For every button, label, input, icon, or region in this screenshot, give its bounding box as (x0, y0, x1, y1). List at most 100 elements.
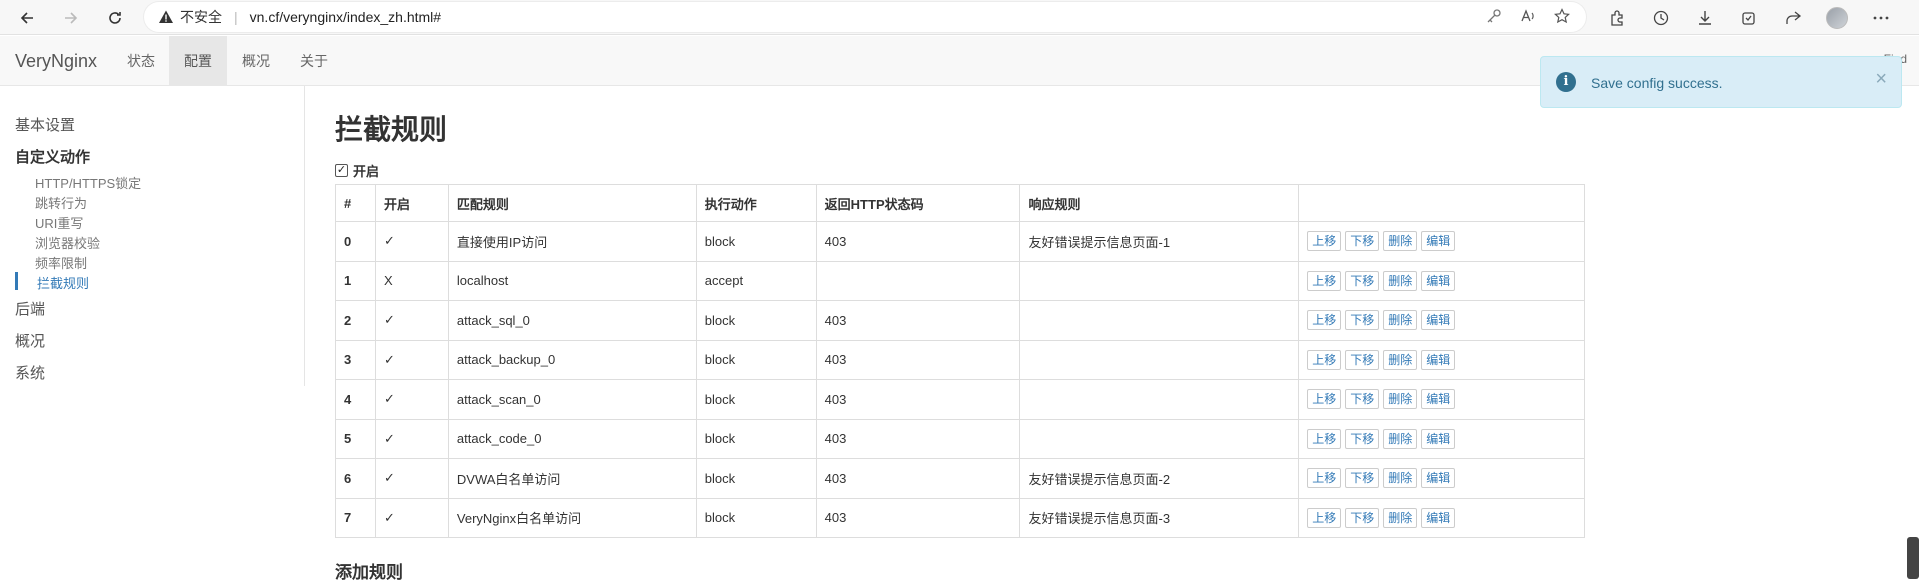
move-down-button[interactable]: 下移 (1345, 468, 1380, 489)
enable-label: 开启 (353, 164, 380, 179)
sidebar-sub-filter[interactable]: 拦截规则 (37, 273, 89, 292)
move-down-button[interactable]: 下移 (1345, 231, 1380, 252)
cell-status-code: 403 (815, 221, 1021, 262)
cell-index: 1 (335, 260, 376, 301)
info-icon: i (1556, 72, 1576, 92)
forward-arrow-icon[interactable] (58, 5, 84, 31)
enable-checkbox[interactable]: ✓ (335, 164, 348, 177)
cell-index: 3 (335, 339, 376, 380)
scrollbar-handle[interactable] (1907, 537, 1919, 579)
nav-overview[interactable]: 概况 (227, 36, 285, 86)
move-up-button[interactable]: 上移 (1307, 231, 1342, 252)
sidebar-sub-uri-rewrite[interactable]: URI重写 (35, 213, 83, 232)
move-up-button[interactable]: 上移 (1307, 349, 1342, 370)
close-icon[interactable]: × (1875, 69, 1887, 89)
key-icon[interactable] (1486, 8, 1502, 24)
move-up-button[interactable]: 上移 (1307, 507, 1342, 528)
header-status-code: 返回HTTP状态码 (815, 184, 1021, 222)
cell-response: 友好错误提示信息页面-3 (1019, 497, 1300, 538)
toast-message: Save config success. (1591, 75, 1723, 91)
table-header-row: # 开启 匹配规则 执行动作 返回HTTP状态码 响应规则 (335, 184, 1585, 222)
refresh-icon[interactable] (102, 5, 128, 31)
cell-operations: 上移 下移 删除 编辑 (1298, 418, 1585, 459)
move-up-button[interactable]: 上移 (1307, 310, 1342, 331)
header-enabled: 开启 (374, 184, 449, 222)
delete-button[interactable]: 删除 (1383, 468, 1418, 489)
sidebar-item-overview[interactable]: 概况 (15, 330, 45, 351)
cell-action: block (695, 221, 817, 262)
cell-action: block (695, 458, 817, 499)
table-row: 0 ✓ 直接使用IP访问 block 403 友好错误提示信息页面-1 上移 下移 删除 编辑 (335, 221, 1585, 262)
sidebar-item-custom-action[interactable]: 自定义动作 (15, 146, 90, 167)
edit-button[interactable]: 编辑 (1421, 428, 1456, 449)
edit-button[interactable]: 编辑 (1421, 507, 1456, 528)
move-down-button[interactable]: 下移 (1345, 428, 1380, 449)
sidebar-item-basic[interactable]: 基本设置 (15, 114, 75, 135)
cell-status-code: 403 (815, 418, 1021, 459)
move-down-button[interactable]: 下移 (1345, 270, 1380, 291)
cell-enabled: ✓ (374, 300, 449, 341)
cell-index: 7 (335, 497, 376, 538)
move-up-button[interactable]: 上移 (1307, 270, 1342, 291)
more-menu-icon[interactable] (1868, 5, 1894, 31)
cell-enabled: ✓ (374, 339, 449, 380)
success-toast: i Save config success. × (1540, 56, 1902, 108)
cell-index: 4 (335, 379, 376, 420)
move-up-button[interactable]: 上移 (1307, 468, 1342, 489)
nav-status[interactable]: 状态 (113, 36, 169, 86)
enable-toggle[interactable]: ✓ 开启 (335, 161, 379, 180)
cell-action: block (695, 418, 817, 459)
history-icon[interactable] (1648, 5, 1674, 31)
sidebar-item-backend[interactable]: 后端 (15, 298, 45, 319)
extensions-icon[interactable] (1604, 5, 1630, 31)
edit-button[interactable]: 编辑 (1421, 468, 1456, 489)
delete-button[interactable]: 删除 (1383, 507, 1418, 528)
back-arrow-icon[interactable] (14, 5, 40, 31)
move-down-button[interactable]: 下移 (1345, 389, 1380, 410)
favorite-star-icon[interactable] (1554, 8, 1570, 24)
edit-button[interactable]: 编辑 (1421, 231, 1456, 252)
cell-enabled: ✓ (374, 221, 449, 262)
cell-matcher: DVWA白名单访问 (447, 458, 697, 499)
sidebar-sub-https-lock[interactable]: HTTP/HTTPS锁定 (35, 173, 141, 192)
brand-logo[interactable]: VeryNginx (15, 51, 97, 72)
collections-icon[interactable] (1736, 5, 1762, 31)
edit-button[interactable]: 编辑 (1421, 310, 1456, 331)
cell-matcher: attack_scan_0 (447, 379, 697, 420)
move-up-button[interactable]: 上移 (1307, 389, 1342, 410)
edit-button[interactable]: 编辑 (1421, 349, 1456, 370)
nav-about[interactable]: 关于 (285, 36, 343, 86)
move-up-button[interactable]: 上移 (1307, 428, 1342, 449)
cell-status-code: 403 (815, 339, 1021, 380)
cell-operations: 上移 下移 删除 编辑 (1298, 339, 1585, 380)
delete-button[interactable]: 删除 (1383, 231, 1418, 252)
cell-index: 6 (335, 458, 376, 499)
cell-status-code (815, 260, 1021, 301)
cell-response (1019, 418, 1300, 459)
add-rule-title: 添加规则 (335, 563, 403, 582)
table-row: 5 ✓ attack_code_0 block 403 上移 下移 删除 编辑 (335, 418, 1585, 459)
sidebar-item-system[interactable]: 系统 (15, 362, 45, 383)
download-icon[interactable] (1692, 5, 1718, 31)
address-bar[interactable]: 不安全 | vn.cf/verynginx/index_zh.html# (144, 2, 1586, 32)
sidebar-sub-browser-verify[interactable]: 浏览器校验 (35, 233, 100, 252)
move-down-button[interactable]: 下移 (1345, 349, 1380, 370)
cell-matcher: 直接使用IP访问 (447, 221, 697, 262)
share-icon[interactable] (1780, 5, 1806, 31)
delete-button[interactable]: 删除 (1383, 270, 1418, 291)
move-down-button[interactable]: 下移 (1345, 507, 1380, 528)
read-aloud-icon[interactable] (1520, 8, 1536, 24)
delete-button[interactable]: 删除 (1383, 428, 1418, 449)
sidebar-sub-redirect[interactable]: 跳转行为 (35, 193, 87, 212)
edit-button[interactable]: 编辑 (1421, 270, 1456, 291)
sidebar-sub-frequency-limit[interactable]: 频率限制 (35, 253, 87, 272)
cell-matcher: VeryNginx白名单访问 (447, 497, 697, 538)
header-response: 响应规则 (1019, 184, 1300, 222)
move-down-button[interactable]: 下移 (1345, 310, 1380, 331)
nav-config[interactable]: 配置 (169, 36, 227, 86)
delete-button[interactable]: 删除 (1383, 349, 1418, 370)
delete-button[interactable]: 删除 (1383, 389, 1418, 410)
edit-button[interactable]: 编辑 (1421, 389, 1456, 410)
delete-button[interactable]: 删除 (1383, 310, 1418, 331)
profile-avatar[interactable] (1824, 5, 1850, 31)
